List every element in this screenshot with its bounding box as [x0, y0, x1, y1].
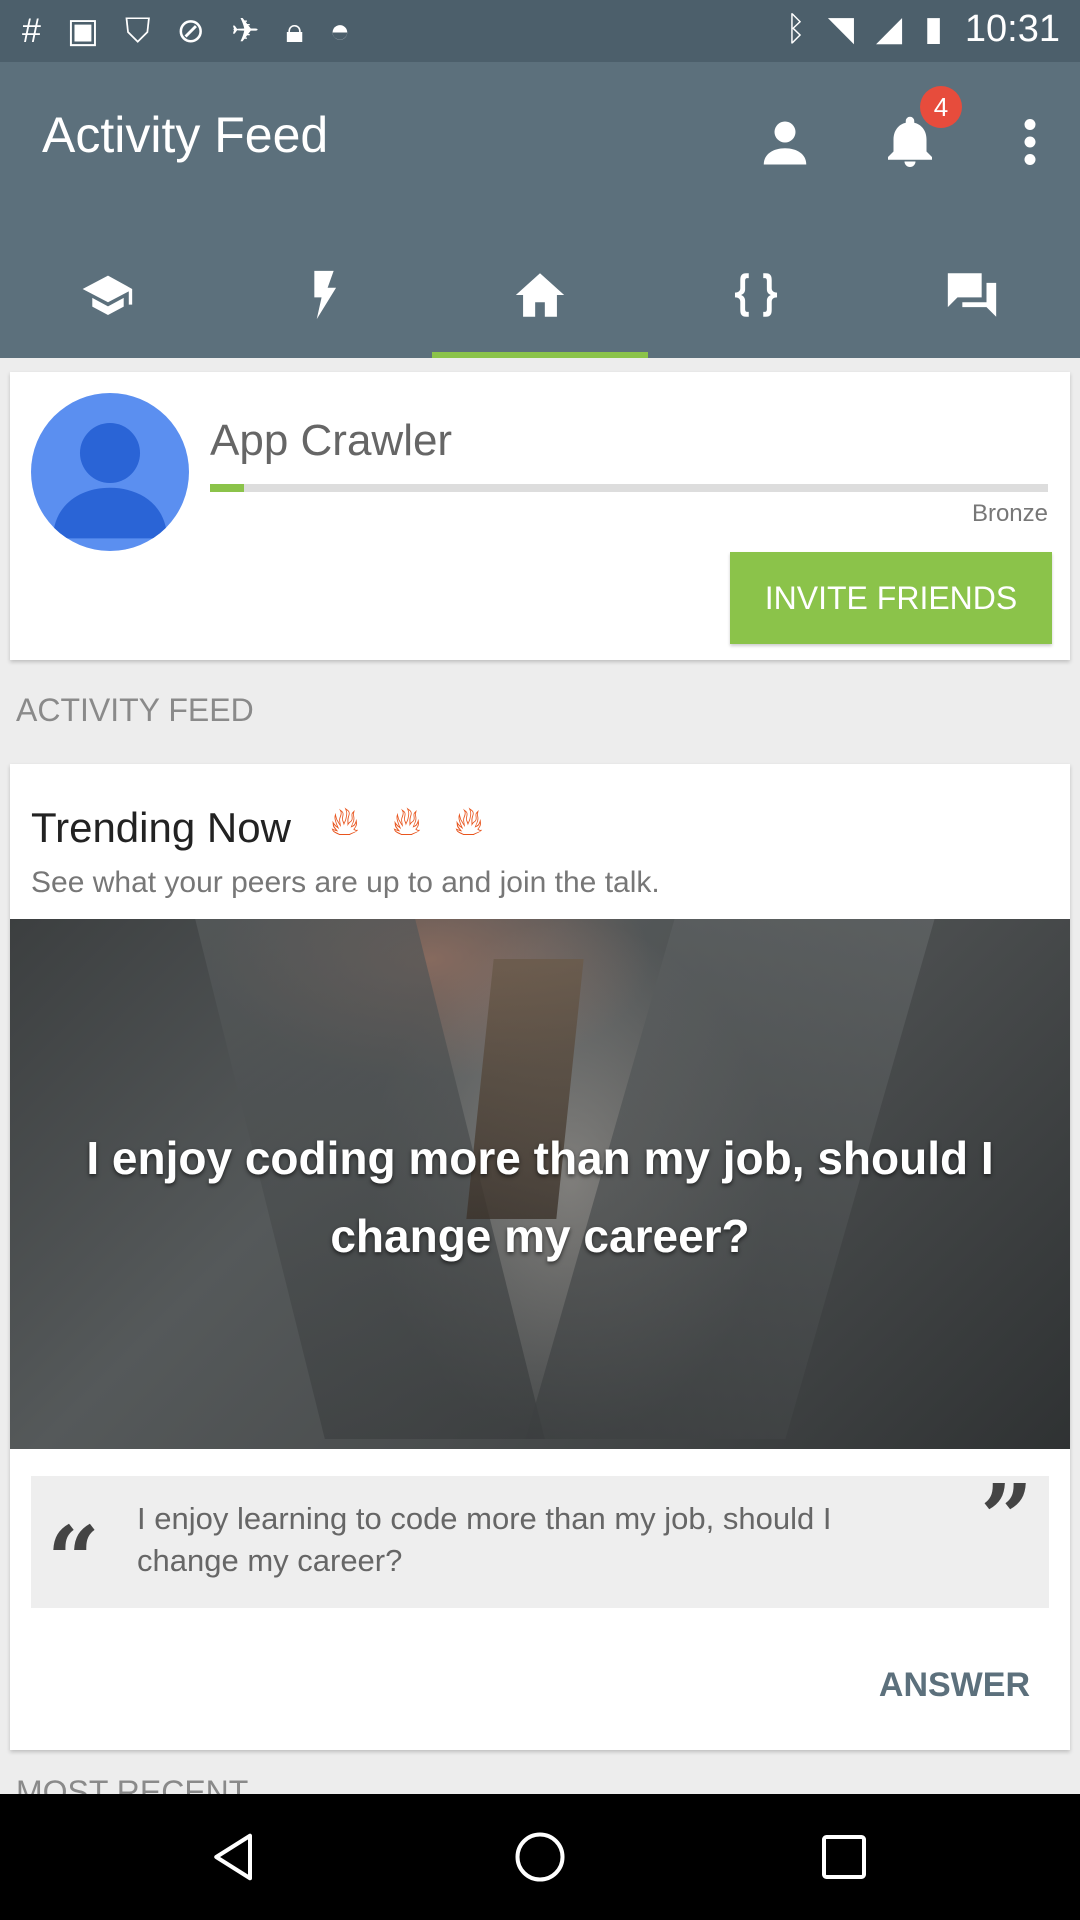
person-icon[interactable] [755, 112, 815, 172]
tab-flash[interactable] [216, 232, 432, 358]
fire-icon: 🔥︎ [392, 800, 422, 844]
profile-card: App Crawler Bronze INVITE FRIENDS [10, 372, 1070, 660]
fire-icon: 🔥︎ [454, 800, 484, 844]
trending-subtitle: See what your peers are up to and join t… [31, 866, 660, 899]
lock-icon: 🔒︎ [285, 12, 304, 50]
activity-feed-heading: ACTIVITY FEED [16, 692, 254, 728]
status-time: 10:31 [964, 8, 1060, 50]
satellite-fake-icon: ✈ [231, 12, 260, 50]
rank-progress-fill [210, 484, 244, 492]
profile-name: App Crawler [210, 416, 453, 465]
rank-progress-bar [210, 484, 1048, 492]
trending-title: Trending Now [31, 804, 291, 851]
open-quote-icon: “ [47, 1506, 100, 1614]
image-caption: I enjoy coding more than my job, should … [86, 1132, 994, 1262]
app-header: Activity Feed 4 [0, 62, 1080, 358]
more-vert-icon[interactable] [1000, 112, 1060, 172]
chat-icon [947, 273, 997, 317]
avatar[interactable] [31, 393, 189, 551]
trending-card: Trending Now 🔥︎ 🔥︎ 🔥︎ See what your peer… [10, 764, 1070, 1750]
recents-icon[interactable] [814, 1827, 874, 1887]
most-recent-heading: MOST RECENT [16, 1774, 249, 1794]
tab-learn[interactable] [0, 232, 216, 358]
quote-box[interactable]: “ I enjoy learning to code more than my … [31, 1472, 1049, 1614]
page-title: Activity Feed [42, 107, 329, 163]
shield-icon: ⛉ [125, 12, 151, 50]
notification-badge: 4 [920, 86, 962, 128]
tab-bar [0, 232, 1080, 358]
fire-icon: 🔥︎ [330, 800, 360, 844]
rank-label: Bronze [971, 500, 1048, 527]
android-icon: ◓ [329, 12, 351, 50]
status-bar: # ▣ ⛉ ⊘ ✈ 🔒︎ ◓ ᛒ ◥ ◢ ▮ 10:31 [0, 0, 1080, 62]
home-icon [515, 273, 565, 317]
battery-icon: ▮ [924, 10, 943, 48]
quote-text: I enjoy learning to code more than my jo… [137, 1501, 832, 1578]
tab-discussions[interactable] [864, 232, 1080, 358]
tab-code[interactable] [648, 232, 864, 358]
close-quote-icon: ” [980, 1464, 1033, 1572]
trending-image[interactable]: I enjoy coding more than my job, should … [10, 919, 1070, 1449]
invite-friends-button[interactable]: INVITE FRIENDS [730, 552, 1052, 644]
school-icon [82, 275, 133, 316]
back-icon[interactable] [205, 1827, 265, 1887]
blocked-icon: ⊘ [176, 12, 206, 50]
home-nav-icon[interactable] [510, 1827, 570, 1887]
status-system-icons: ᛒ ◥ ◢ ▮ 10:31 [785, 10, 1060, 48]
system-nav-bar [0, 1794, 1080, 1920]
bluetooth-icon: ᛒ [785, 10, 806, 48]
answer-button[interactable]: ANSWER [879, 1666, 1030, 1705]
signal-icon: ◢ [876, 10, 903, 48]
tab-home[interactable] [432, 232, 648, 358]
slack-icon: # [22, 12, 41, 50]
braces-icon [734, 273, 778, 317]
photo-icon: ▣ [66, 12, 100, 50]
wifi-icon: ◥ [827, 10, 855, 48]
status-notification-icons: # ▣ ⛉ ⊘ ✈ 🔒︎ ◓ [22, 12, 350, 50]
person-icon [53, 423, 167, 539]
flash-icon [314, 270, 337, 320]
